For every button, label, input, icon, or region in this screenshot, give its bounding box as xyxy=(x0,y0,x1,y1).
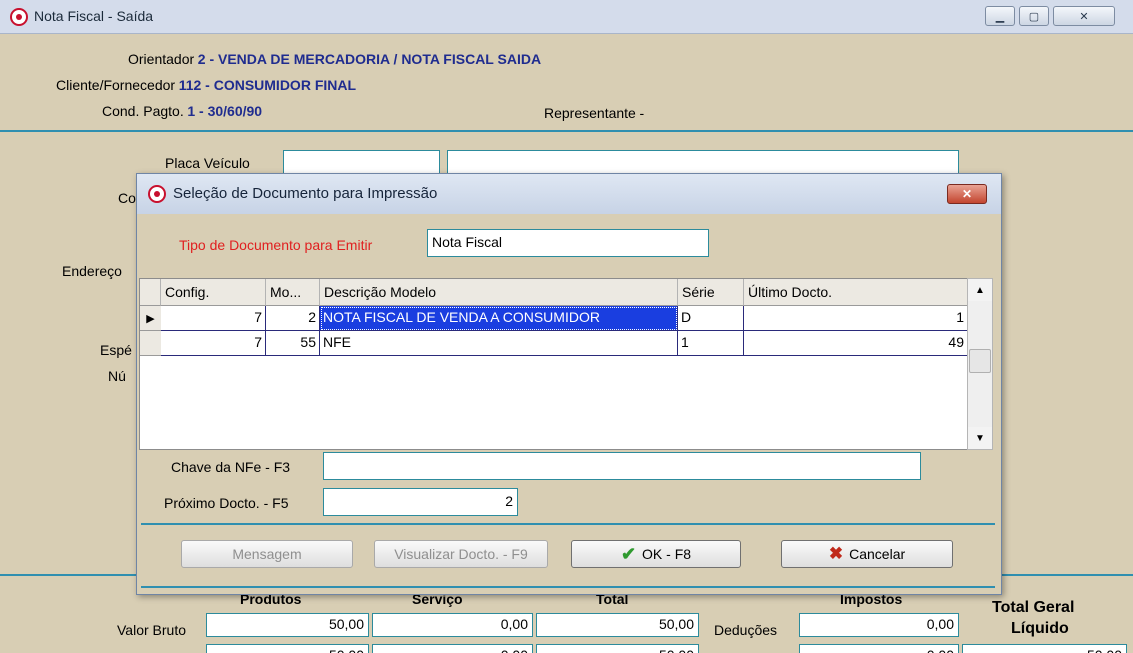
valor-bruto-label: Valor Bruto xyxy=(117,622,186,638)
proximo-docto-label: Próximo Docto. - F5 xyxy=(164,495,289,511)
liquido-label: Líquido xyxy=(1011,620,1069,637)
scroll-down-icon[interactable]: ▼ xyxy=(968,427,992,449)
scroll-thumb[interactable] xyxy=(969,349,991,373)
deducoes-value[interactable]: 0,00 xyxy=(799,613,959,637)
endereco-label: Endereço xyxy=(62,263,122,279)
proximo-docto-input[interactable]: 2 xyxy=(323,488,518,516)
chave-nfe-input[interactable] xyxy=(323,452,921,480)
row2-modelo[interactable]: 55 xyxy=(266,331,320,356)
title-bar: Nota Fiscal - Saída ▁ ▢ ✕ xyxy=(0,0,1133,34)
dialog-app-icon xyxy=(148,185,166,203)
maximize-button[interactable]: ▢ xyxy=(1019,6,1049,26)
row1-config[interactable]: 7 xyxy=(161,306,266,331)
cond-pagto-label: Cond. Pagto. xyxy=(102,103,184,119)
numero-label: Nú xyxy=(108,368,126,384)
minimize-button[interactable]: ▁ xyxy=(985,6,1015,26)
col-serie[interactable]: Série xyxy=(678,279,744,306)
close-icon: ✕ xyxy=(1079,10,1089,23)
cancelar-button-label: Cancelar xyxy=(849,546,906,562)
row1-descricao-selected[interactable]: NOTA FISCAL DE VENDA A CONSUMIDOR xyxy=(320,306,678,331)
ok-button[interactable]: ✔ OK - F8 xyxy=(571,540,741,568)
grid-scrollbar[interactable]: ▲ ▼ xyxy=(967,278,993,450)
header-divider xyxy=(0,130,1133,132)
maximize-icon: ▢ xyxy=(1028,10,1040,23)
checkmark-icon: ✔ xyxy=(620,543,637,564)
orientador-row: Orientador 2 - VENDA DE MERCADORIA / NOT… xyxy=(128,51,541,67)
cliente-value: 112 - CONSUMIDOR FINAL xyxy=(178,77,357,93)
window-title: Nota Fiscal - Saída xyxy=(34,8,154,24)
mensagem-button[interactable]: Mensagem xyxy=(181,540,353,568)
cliente-label: Cliente/Fornecedor xyxy=(56,77,176,93)
dialog-title: Seleção de Documento para Impressão xyxy=(173,185,438,202)
tipo-documento-label: Tipo de Documento para Emitir xyxy=(179,237,373,253)
representante-label: Representante xyxy=(544,105,636,121)
ok-button-label: OK - F8 xyxy=(642,546,692,562)
valor-bruto-produtos[interactable]: 50,00 xyxy=(206,613,369,637)
row2-serie[interactable]: 1 xyxy=(678,331,744,356)
dialog-divider-bottom xyxy=(141,586,995,588)
total-geral-label: Total Geral xyxy=(992,599,1075,616)
placa-veiculo-input[interactable] xyxy=(283,150,440,174)
app-icon xyxy=(10,8,28,26)
col-descricao[interactable]: Descrição Modelo xyxy=(320,279,678,306)
print-selection-dialog: Seleção de Documento para Impressão ✕ Ti… xyxy=(136,173,1002,595)
row-indicator-icon: ▶ xyxy=(140,306,161,331)
row1-modelo[interactable]: 2 xyxy=(266,306,320,331)
cliente-row: Cliente/Fornecedor 112 - CONSUMIDOR FINA… xyxy=(56,77,356,93)
row2-total[interactable]: 50,00 xyxy=(536,644,699,653)
dialog-title-bar: Seleção de Documento para Impressão ✕ xyxy=(137,174,1001,214)
veiculo-descricao-input[interactable] xyxy=(447,150,959,174)
col-modelo[interactable]: Mo... xyxy=(266,279,320,306)
row2-produtos[interactable]: 50,00 xyxy=(206,644,369,653)
valor-bruto-total[interactable]: 50,00 xyxy=(536,613,699,637)
especie-label: Espé xyxy=(100,342,132,358)
row2-impostos[interactable]: 0,00 xyxy=(799,644,959,653)
col-config[interactable]: Config. xyxy=(161,279,266,306)
col-ultimo-docto[interactable]: Último Docto. xyxy=(744,279,968,306)
dialog-divider-top xyxy=(141,523,995,525)
co-label: Co xyxy=(118,190,136,206)
valor-bruto-servico[interactable]: 0,00 xyxy=(372,613,533,637)
visualizar-docto-button[interactable]: Visualizar Docto. - F9 xyxy=(374,540,548,568)
row2-servico[interactable]: 0,00 xyxy=(372,644,533,653)
orientador-value: 2 - VENDA DE MERCADORIA / NOTA FISCAL SA… xyxy=(197,51,542,67)
cond-pagto-row: Cond. Pagto. 1 - 30/60/90 xyxy=(102,103,262,119)
row1-ultimo[interactable]: 1 xyxy=(744,306,968,331)
dialog-close-button[interactable]: ✕ xyxy=(947,184,987,204)
row2-total-geral[interactable]: 50,00 xyxy=(962,644,1127,653)
tipo-documento-input[interactable]: Nota Fiscal xyxy=(427,229,709,257)
row2-descricao[interactable]: NFE xyxy=(320,331,678,356)
x-icon: ✖ xyxy=(828,544,844,563)
row1-serie[interactable]: D xyxy=(678,306,744,331)
deducoes-label: Deduções xyxy=(714,622,778,638)
close-icon: ✕ xyxy=(961,187,973,201)
row2-ultimo[interactable]: 49 xyxy=(744,331,968,356)
minimize-icon: ▁ xyxy=(995,10,1005,23)
cancelar-button[interactable]: ✖ Cancelar xyxy=(781,540,953,568)
representante-value: - xyxy=(639,105,645,121)
chave-nfe-label: Chave da NFe - F3 xyxy=(171,459,291,475)
scroll-up-icon[interactable]: ▲ xyxy=(968,279,992,301)
representante-row: Representante - xyxy=(544,105,644,121)
placa-veiculo-label: Placa Veículo xyxy=(165,155,250,171)
row2-indicator xyxy=(140,331,161,356)
document-grid: Config. Mo... Descrição Modelo Série Últ… xyxy=(139,278,969,450)
close-window-button[interactable]: ✕ xyxy=(1053,6,1115,26)
orientador-label: Orientador xyxy=(128,51,195,67)
row2-config[interactable]: 7 xyxy=(161,331,266,356)
cond-pagto-value: 1 - 30/60/90 xyxy=(187,103,263,119)
grid-indicator-header xyxy=(140,279,161,306)
